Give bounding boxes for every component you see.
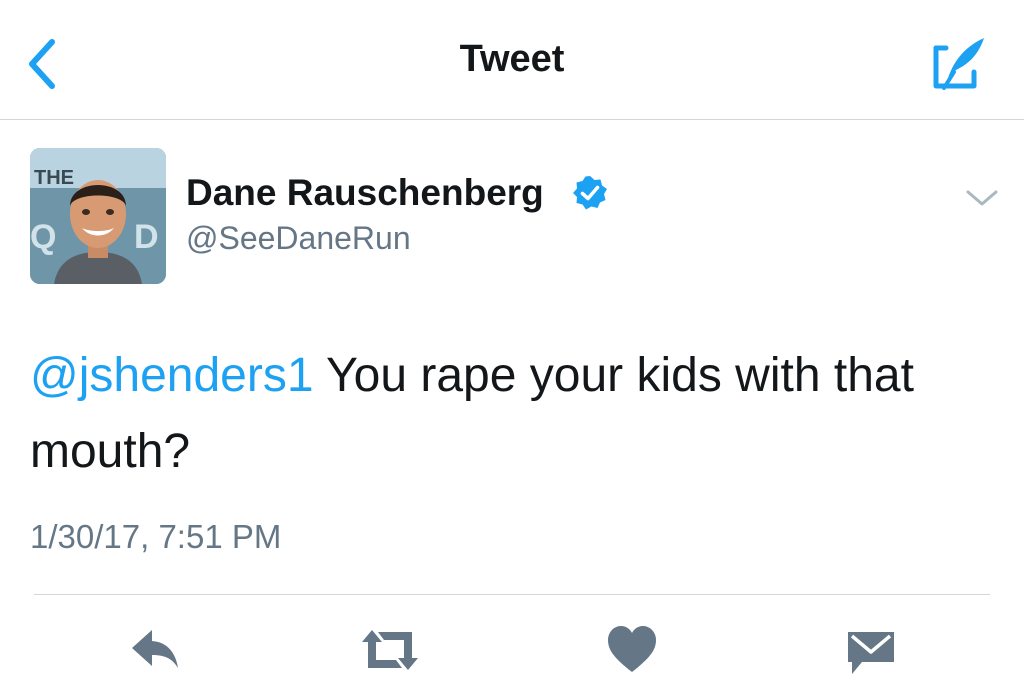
divider <box>34 594 990 595</box>
svg-text:THE: THE <box>34 167 74 189</box>
reply-icon <box>132 630 178 668</box>
compose-feather-icon <box>933 38 984 90</box>
author-name[interactable]: Dane Rauschenberg <box>186 172 544 214</box>
tweet-text: @jshenders1 You rape your kids with that… <box>30 338 990 490</box>
compose-button[interactable] <box>930 34 990 94</box>
avatar[interactable]: THE Q D <box>30 148 166 284</box>
reply-button[interactable] <box>128 622 184 678</box>
page-title: Tweet <box>459 38 565 80</box>
like-heart-icon <box>608 626 656 672</box>
like-button[interactable] <box>604 622 660 678</box>
nav-bar: Tweet <box>0 0 1024 120</box>
profile-photo: THE Q D <box>30 148 166 284</box>
svg-text:Q: Q <box>30 218 56 256</box>
more-options-button[interactable] <box>962 184 1002 212</box>
direct-message-button[interactable] <box>846 622 896 678</box>
author-handle[interactable]: @SeeDaneRun <box>186 220 411 257</box>
svg-text:D: D <box>134 218 159 256</box>
verified-badge-icon <box>572 175 608 211</box>
retweet-icon <box>362 630 418 670</box>
chevron-down-icon <box>966 190 998 206</box>
retweet-button[interactable] <box>358 622 422 678</box>
direct-message-icon <box>848 632 894 674</box>
mention-link[interactable]: @jshenders1 <box>30 349 314 402</box>
tweet-timestamp: 1/30/17, 7:51 PM <box>30 518 282 555</box>
